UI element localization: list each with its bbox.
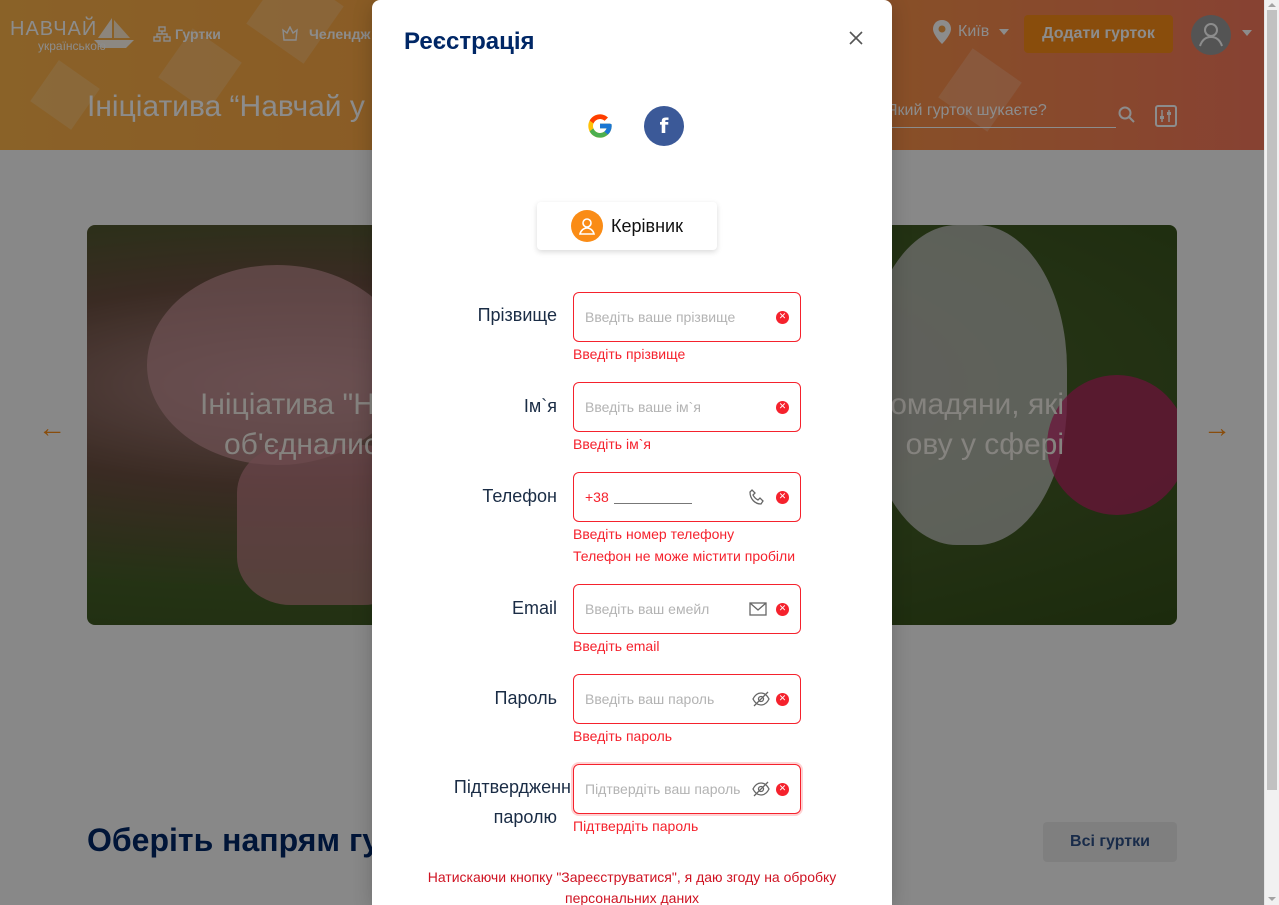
phone-label: Телефон [482, 486, 557, 506]
password-label: Пароль [494, 688, 557, 708]
phone-icon [749, 489, 764, 505]
error-icon[interactable]: ✕ [776, 693, 789, 706]
surname-field[interactable]: ✕ [573, 292, 801, 342]
phone-error-spaces: Телефон не може містити пробіли [573, 548, 796, 564]
email-field[interactable]: ✕ [573, 584, 801, 634]
surname-label: Прізвище [477, 305, 557, 325]
error-icon[interactable]: ✕ [776, 491, 789, 504]
confirm-password-error: Підтвердіть пароль [573, 818, 699, 834]
password-field[interactable]: ✕ [573, 674, 801, 724]
firstname-error: Введіть ім`я [573, 436, 651, 452]
confirm-password-field[interactable]: ✕ [573, 764, 801, 814]
phone-error-required: Введіть номер телефону [573, 526, 735, 542]
google-login-button[interactable] [580, 106, 620, 146]
facebook-icon: f [659, 114, 669, 138]
eye-invisible-icon[interactable] [752, 690, 770, 708]
close-icon[interactable] [846, 28, 866, 48]
phone-prefix: +38 [585, 489, 609, 505]
email-input[interactable] [585, 599, 745, 619]
phone-field[interactable]: +38 ✕ [573, 472, 801, 522]
surname-input[interactable] [585, 307, 745, 327]
error-icon[interactable]: ✕ [776, 783, 789, 796]
phone-mask [614, 503, 692, 504]
scroll-down-icon[interactable] [1268, 897, 1276, 901]
firstname-input[interactable] [585, 397, 745, 417]
confirm-password-input[interactable] [585, 779, 745, 799]
facebook-login-button[interactable]: f [644, 106, 684, 146]
registration-modal: Реєстрація f Керівник Прізвище ✕ Введіть… [372, 0, 892, 905]
password-error: Введіть пароль [573, 728, 673, 744]
google-icon [588, 114, 612, 138]
surname-error: Введіть прізвище [573, 346, 686, 362]
error-icon[interactable]: ✕ [776, 311, 789, 324]
modal-title: Реєстрація [404, 28, 535, 55]
email-label: Email [511, 598, 557, 618]
role-selector-manager[interactable]: Керівник [537, 202, 717, 250]
role-label: Керівник [611, 215, 683, 236]
scroll-thumb[interactable] [1267, 10, 1277, 790]
password-input[interactable] [585, 689, 745, 709]
eye-invisible-icon[interactable] [752, 780, 770, 798]
scroll-up-icon[interactable] [1268, 3, 1276, 7]
error-icon[interactable]: ✕ [776, 401, 789, 414]
mail-icon [749, 602, 767, 616]
user-icon [571, 210, 604, 242]
consent-text: Натискаючи кнопку "Зареєструватися", я д… [427, 869, 837, 905]
error-icon[interactable]: ✕ [776, 603, 789, 616]
email-error: Введіть email [573, 638, 660, 654]
confirm-password-label: Підтвердженн паролю [453, 777, 571, 827]
firstname-field[interactable]: ✕ [573, 382, 801, 432]
firstname-label: Ім`я [523, 396, 557, 416]
page-scrollbar[interactable] [1264, 0, 1279, 905]
